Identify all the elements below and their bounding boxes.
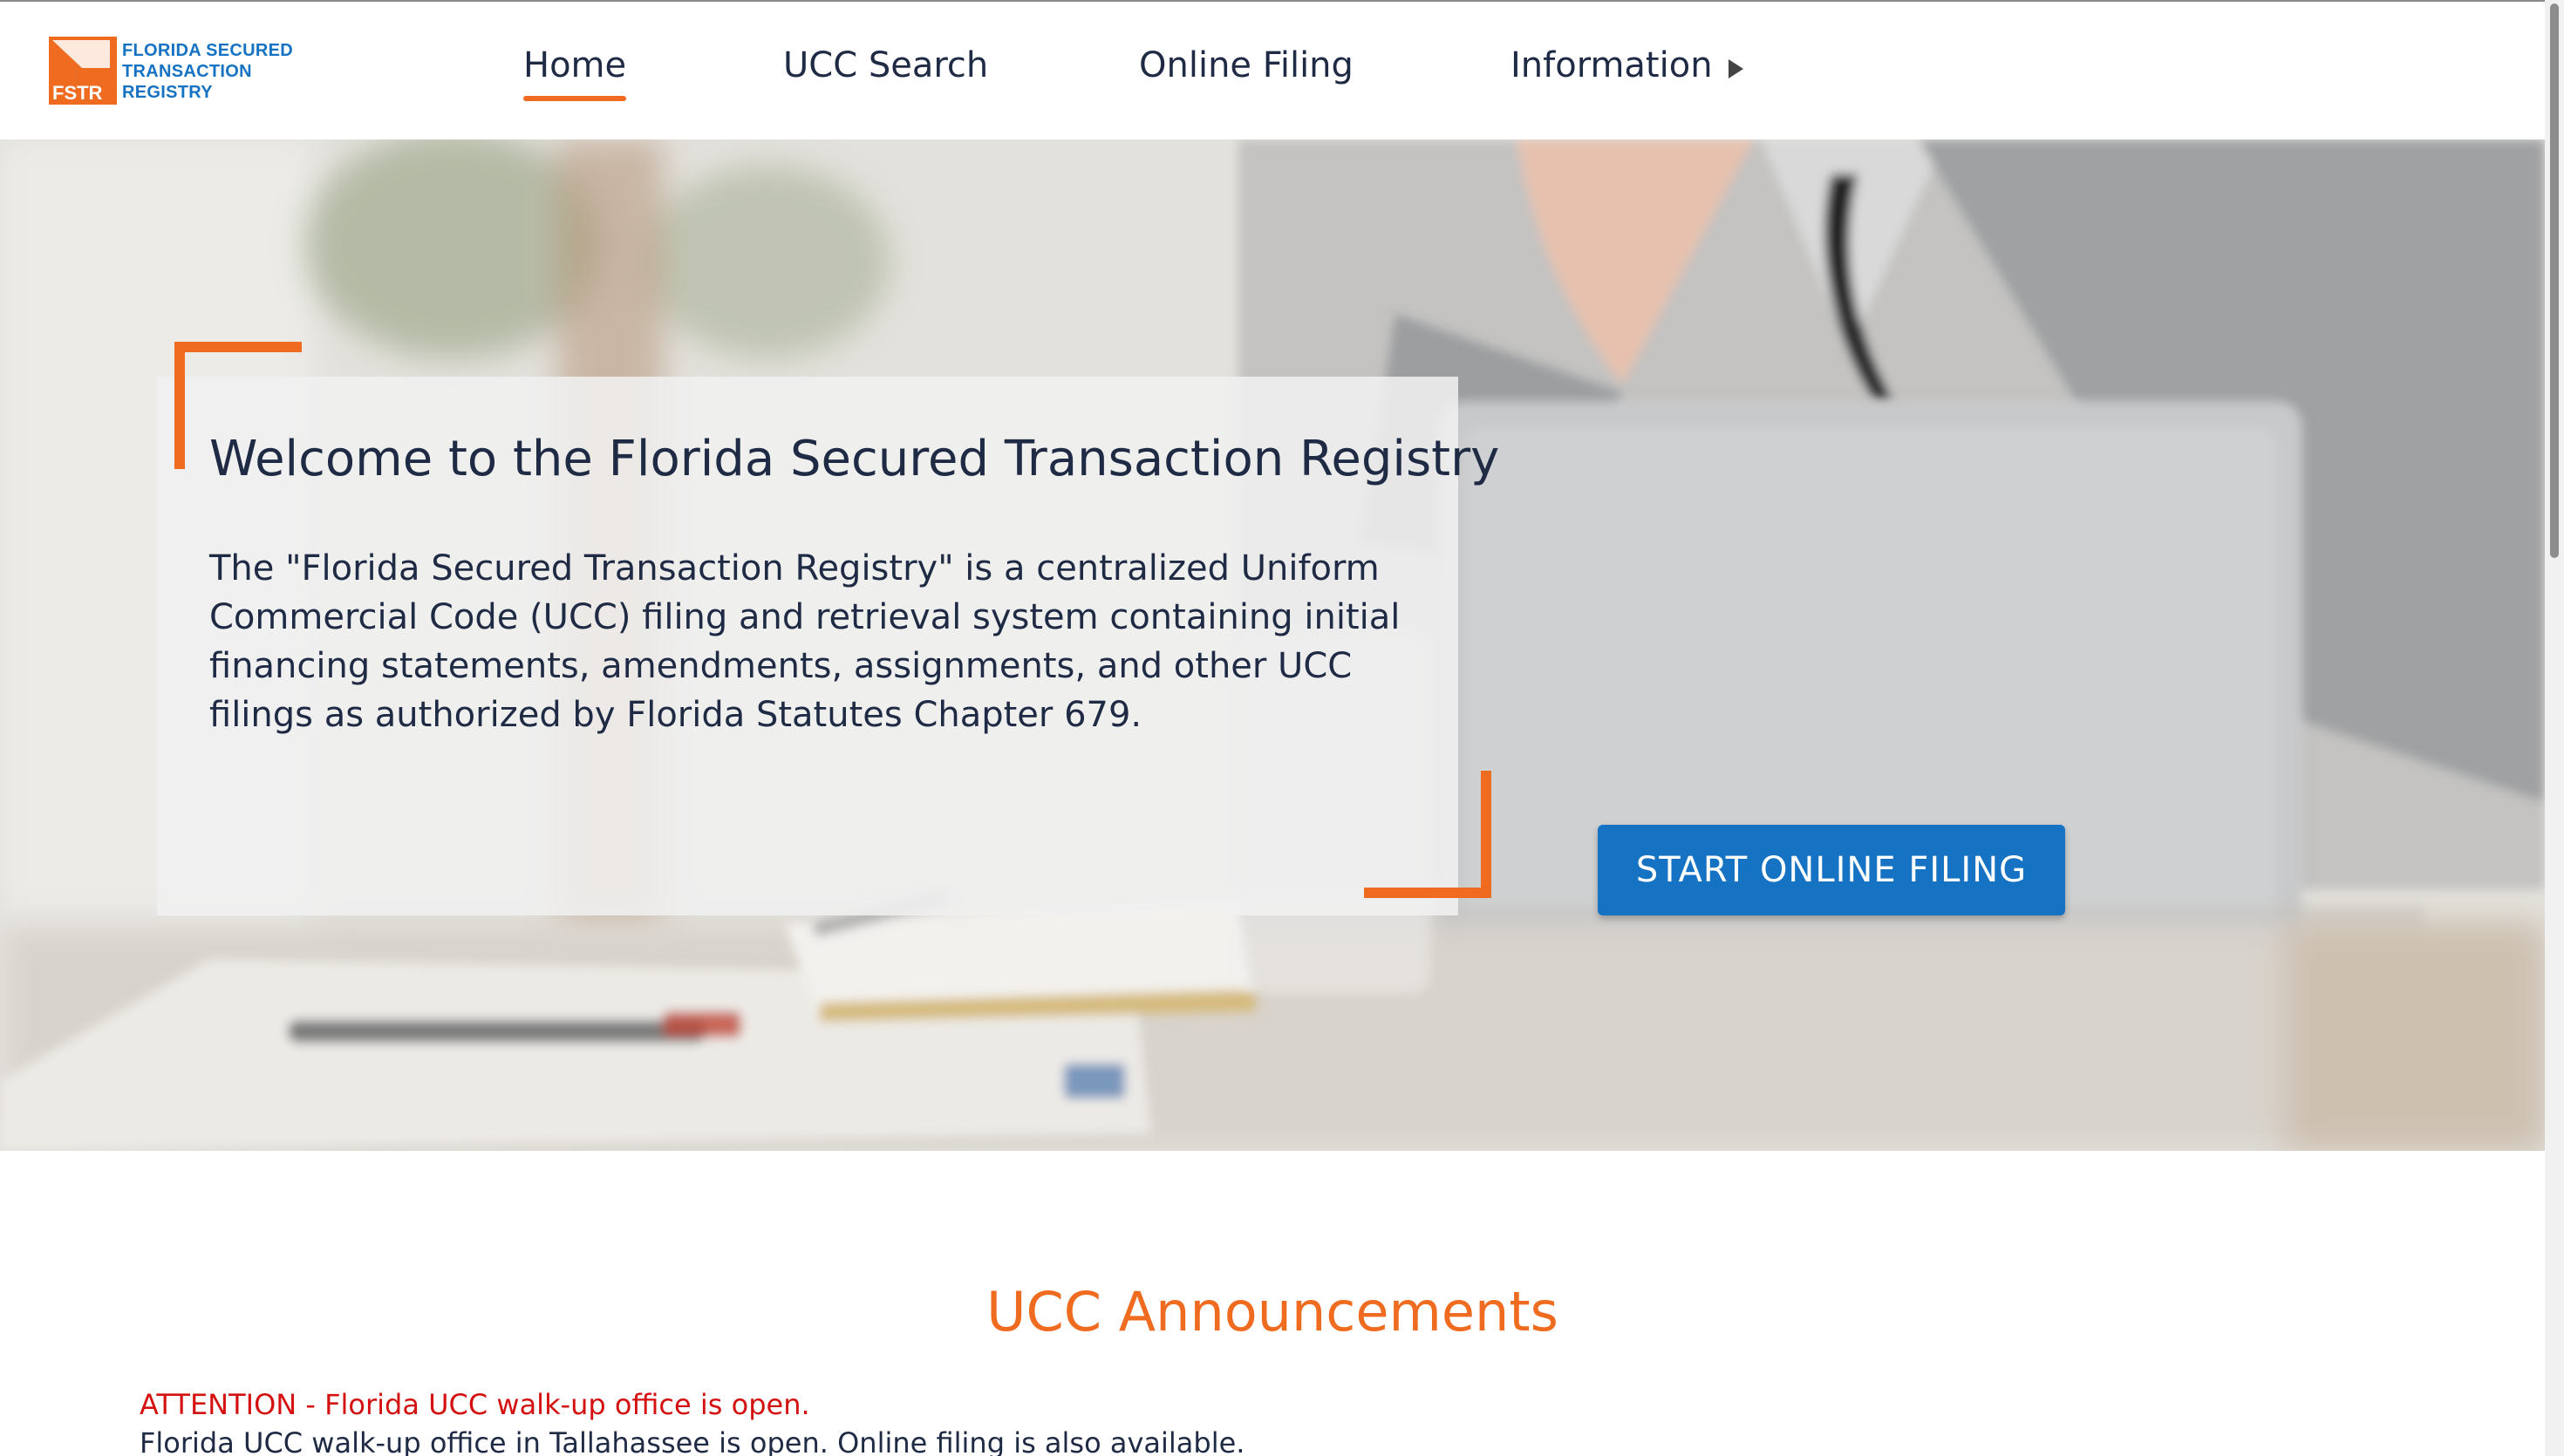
carousel-next-icon[interactable]: › [2442, 1440, 2460, 1456]
welcome-title: Welcome to the Florida Secured Transacti… [209, 431, 1500, 487]
logo-line-2: TRANSACTION [122, 62, 252, 81]
carousel-prev-icon[interactable]: ‹ [75, 1440, 93, 1456]
nav-information[interactable]: Information [1510, 45, 1713, 85]
welcome-description: The "Florida Secured Transaction Registr… [209, 548, 1401, 735]
scrollbar-thumb[interactable] [2550, 3, 2559, 558]
announcement-headline: ATTENTION - Florida UCC walk-up office i… [140, 1388, 810, 1421]
nav-ucc-search[interactable]: UCC Search [783, 45, 988, 85]
announcements-title: UCC Announcements [986, 1280, 1558, 1344]
page: FSTR FLORIDA SECURED TRANSACTION REGISTR… [0, 0, 2545, 1456]
logo-wordmark: FLORIDA SECURED TRANSACTION REGISTRY [122, 40, 293, 103]
announcement-text: Florida UCC walk-up office in Tallahasse… [140, 1426, 1245, 1456]
corner-accent-bottom-right [1364, 771, 1491, 898]
site-header: FSTR FLORIDA SECURED TRANSACTION REGISTR… [0, 2, 2545, 139]
logo-abbr: FSTR [52, 82, 103, 104]
nav-home[interactable]: Home [523, 45, 627, 101]
fstr-logo-mark: FSTR [49, 37, 117, 105]
logo-line-1: FLORIDA SECURED [122, 41, 293, 60]
start-online-filing-button[interactable]: START ONLINE FILING [1598, 825, 2065, 915]
vertical-scrollbar[interactable] [2545, 0, 2564, 1456]
logo-line-3: REGISTRY [122, 83, 213, 102]
hero-banner: Welcome to the Florida Secured Transacti… [0, 139, 2545, 1151]
nav-online-filing[interactable]: Online Filing [1139, 45, 1354, 85]
fstr-logo[interactable]: FSTR FLORIDA SECURED TRANSACTION REGISTR… [49, 37, 293, 105]
caret-right-icon[interactable] [1729, 59, 1743, 78]
